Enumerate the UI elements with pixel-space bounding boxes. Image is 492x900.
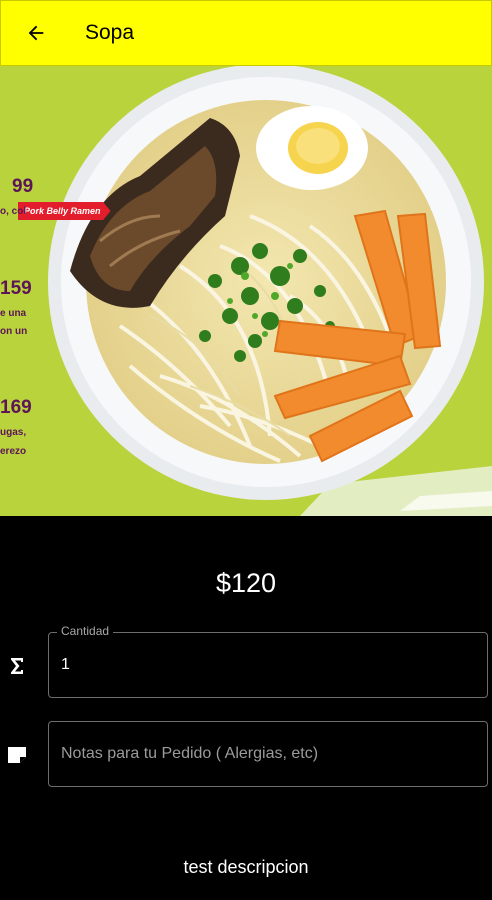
- menu-text: erezo: [0, 446, 27, 457]
- product-image: Pork Belly Ramen 99 o, col 159 e una on …: [0, 66, 492, 516]
- product-price: $120: [215, 568, 277, 598]
- ramen-bowl-illustration: [0, 66, 492, 516]
- menu-text: ugas,: [0, 427, 27, 438]
- back-button[interactable]: [21, 18, 51, 48]
- menu-price: 159: [0, 278, 32, 299]
- notes-input[interactable]: [61, 722, 475, 786]
- sigma-icon: [5, 654, 29, 678]
- quantity-field[interactable]: Cantidad: [48, 624, 488, 698]
- arrow-left-icon: [28, 25, 44, 41]
- page-title: Sopa: [85, 21, 135, 44]
- menu-tag: Pork Belly Ramen: [18, 202, 111, 220]
- menu-text: o, col: [0, 206, 27, 217]
- menu-price: 99: [12, 176, 34, 197]
- notes-field[interactable]: [48, 721, 488, 787]
- menu-price: 169: [0, 397, 32, 418]
- note-icon: [5, 742, 29, 766]
- app-bar: Sopa: [0, 0, 492, 66]
- quantity-input[interactable]: [61, 633, 475, 697]
- product-description: test descripcion: [183, 857, 309, 877]
- menu-text: on un: [0, 326, 28, 337]
- menu-text: e una: [0, 308, 27, 319]
